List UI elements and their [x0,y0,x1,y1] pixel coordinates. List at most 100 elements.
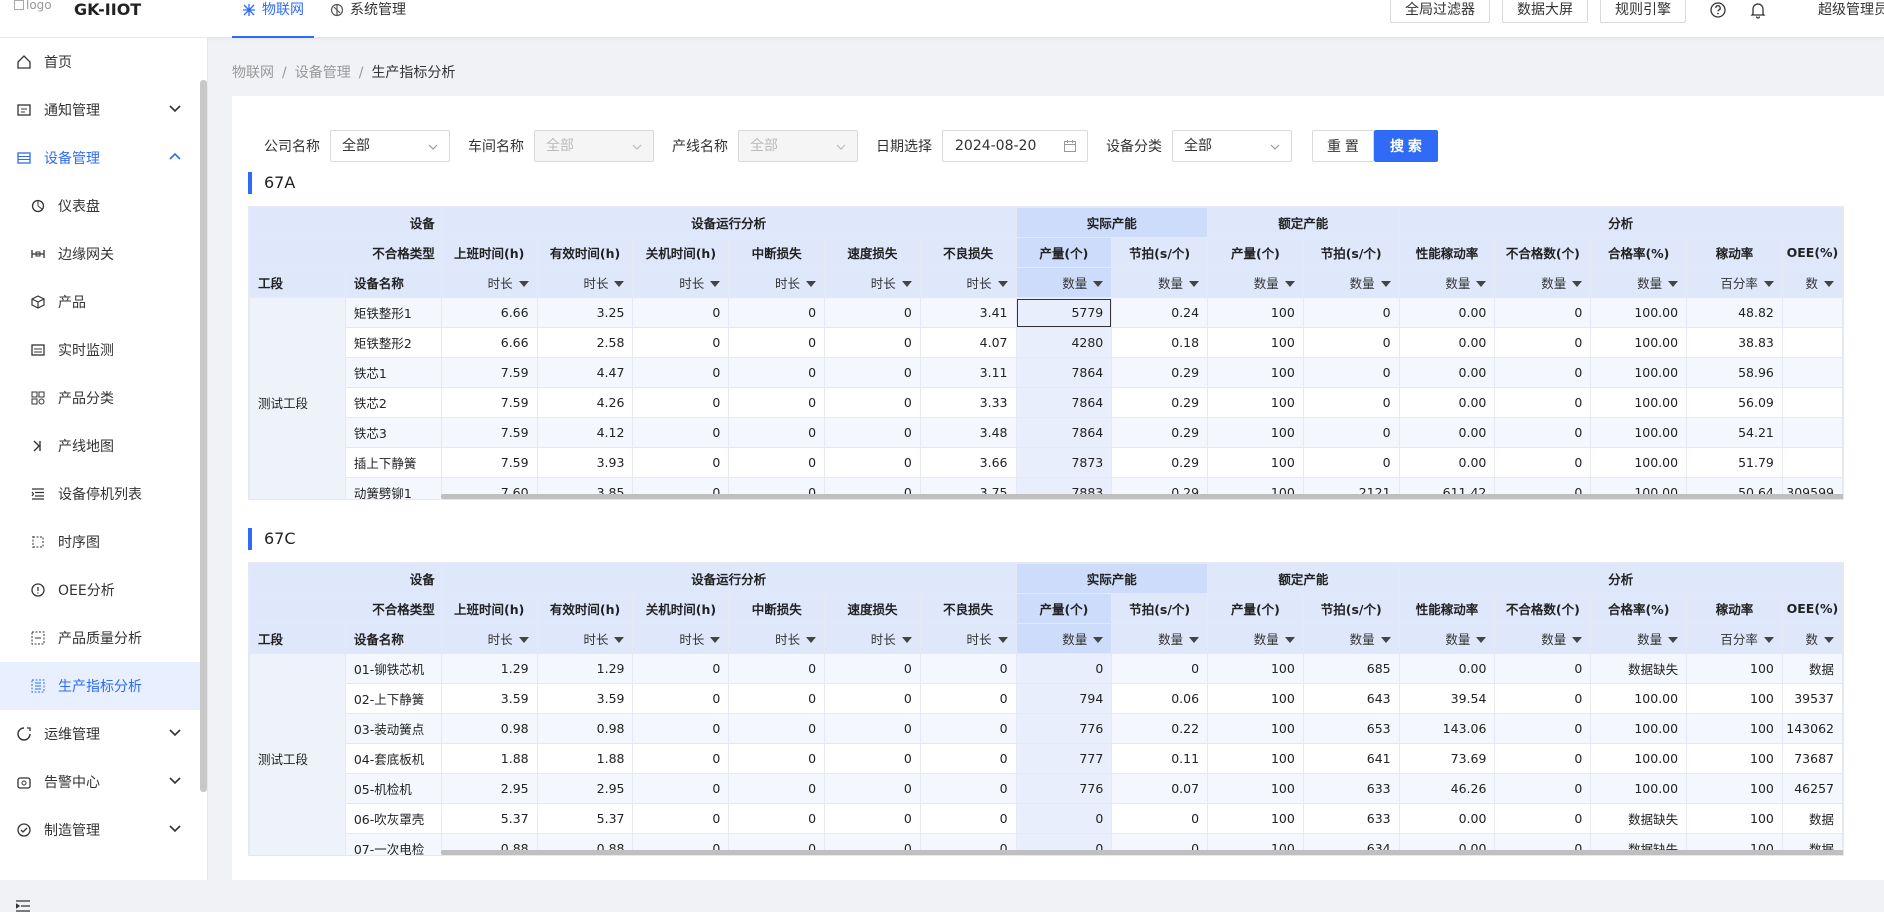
list-icon [30,486,46,502]
line-select[interactable]: 全部 [738,130,858,162]
table-row[interactable]: 测试工段 01-铆铁芯机 1.29 1.29 0 0 0 0 0 0 100 685 0.00 0 数据缺失… [249,653,1843,855]
sort-header[interactable]: 百分率 [1686,267,1783,298]
data-table[interactable]: 设备 设备运行分析 实际产能 额定产能 分析 不合格类型 上班时间(h) 有效时间(h) 关机时… [248,206,1844,500]
table-row[interactable]: 铁芯1 7.59 4.47 0 0 0 3.11 7864 0.29 100 0 0.00 0 100.0… [250,357,1843,388]
table-cell: 100 [1686,743,1783,774]
alarm-icon [16,774,32,790]
top-nav-tab[interactable]: 物联网 [232,0,314,38]
sort-header[interactable]: 时长 [824,623,921,654]
dashboard-icon [30,198,46,214]
sort-header[interactable]: 数量 [1111,623,1209,654]
table-row[interactable]: 04-套底板机 1.88 1.88 0 0 0 0 777 0.11 100 641 73.69 0 10… [250,743,1843,774]
table-row[interactable]: 06-吹灰罩壳 5.37 5.37 0 0 0 0 0 0 100 633 0.00 0 数据缺失 100 数… [250,803,1843,834]
sidebar-item[interactable]: 首页 [0,38,207,86]
sidebar-item[interactable]: 产线地图 [0,422,207,470]
sort-header[interactable]: 数量 [1398,267,1496,298]
sort-header[interactable]: 数量 [1111,267,1209,298]
sidebar-item[interactable]: 生产指标分析 [0,662,207,710]
search-button[interactable]: 搜 索 [1374,130,1438,162]
sort-header[interactable]: 数量 [1207,623,1304,654]
table-row[interactable]: 插上下静簧 7.59 3.93 0 0 0 3.66 7873 0.29 100 0 0.00 0 100… [250,447,1843,478]
sort-header[interactable]: 时长 [440,267,538,298]
sort-header[interactable]: 数量 [1590,623,1688,654]
collapse-menu-icon[interactable] [16,900,30,912]
sort-header[interactable]: 时长 [824,267,921,298]
horizontal-scrollbar[interactable] [441,494,1843,499]
table-cell: 0.00 [1398,387,1496,418]
sort-header[interactable]: 时长 [919,623,1017,654]
workshop-select[interactable]: 全部 [534,130,654,162]
sort-header[interactable]: 时长 [632,267,730,298]
sidebar-item[interactable]: 运维管理 [0,710,207,758]
top-nav-tab[interactable]: 系统管理 [320,0,416,38]
sort-header[interactable]: 时长 [728,623,826,654]
sort-down-icon [1572,281,1583,287]
manufacture-icon [16,822,32,838]
top-button[interactable]: 全局过滤器 [1390,0,1490,23]
monitor-icon [30,342,46,358]
sort-header[interactable]: 数量 [1398,623,1496,654]
sort-header[interactable]: 数 [1781,267,1843,298]
sort-header[interactable]: 数量 [1302,623,1400,654]
table-row[interactable]: 05-机检机 2.95 2.95 0 0 0 0 776 0.07 100 633 46.26 0 100… [250,773,1843,804]
sidebar-item[interactable]: 实时监测 [0,326,207,374]
table-row[interactable]: 矩铁整形2 6.66 2.58 0 0 0 4.07 4280 0.18 100 0 0.00 0 100… [250,327,1843,358]
breadcrumb-item[interactable]: 设备管理 [295,65,351,81]
data-table[interactable]: 设备 设备运行分析 实际产能 额定产能 分析 不合格类型 上班时间(h) 有效时间(h) 关机时… [248,562,1844,856]
column-header: 产量(个) [1015,237,1113,268]
sort-header[interactable]: 数量 [1590,267,1688,298]
sort-header[interactable]: 时长 [728,267,826,298]
sidebar-item[interactable]: 告警中心 [0,758,207,806]
sort-header[interactable]: 数量 [1207,267,1304,298]
sidebar-item[interactable]: 制造管理 [0,806,207,854]
user-name[interactable]: 超级管理员 [1818,0,1884,20]
table-row[interactable]: 铁芯3 7.59 4.12 0 0 0 3.48 7864 0.29 100 0 0.00 0 100.0… [250,417,1843,448]
table-row[interactable]: 03-装动簧点 0.98 0.98 0 0 0 0 776 0.22 100 653 143.06 0 1… [250,713,1843,744]
sidebar-item[interactable]: 通知管理 [0,86,207,134]
table-cell: 0 [1494,803,1592,834]
sort-header[interactable]: 时长 [440,623,538,654]
table-row[interactable]: 铁芯2 7.59 4.26 0 0 0 3.33 7864 0.29 100 0 0.00 0 100.0… [250,387,1843,418]
sort-header[interactable]: 时长 [919,267,1017,298]
table-cell: 7.59 [440,387,538,418]
sidebar-item[interactable]: 产品分类 [0,374,207,422]
help-icon[interactable] [1708,0,1728,20]
sort-header[interactable]: 数量 [1494,623,1592,654]
horizontal-scrollbar[interactable] [441,850,1843,855]
top-button[interactable]: 数据大屏 [1502,0,1588,23]
company-select[interactable]: 全部 [330,130,450,162]
sidebar-item[interactable]: OEE分析 [0,566,207,614]
sidebar-scrollbar[interactable] [200,80,207,792]
breadcrumb-item[interactable]: 物联网 [232,65,274,81]
table-cell: 2.95 [536,773,634,804]
sidebar-item[interactable]: 产品 [0,278,207,326]
sidebar-item[interactable]: 设备管理 [0,134,207,182]
bell-icon[interactable] [1748,0,1768,20]
column-header: 中断损失 [728,593,826,624]
table-cell: 643 [1302,683,1400,714]
sort-header[interactable]: 数量 [1302,267,1400,298]
table-row[interactable]: 02-上下静簧 3.59 3.59 0 0 0 0 794 0.06 100 643 39.54 0 10… [250,683,1843,714]
sort-header[interactable]: 数 [1781,623,1843,654]
sort-header[interactable]: 时长 [536,623,634,654]
reset-button[interactable]: 重 置 [1312,130,1374,162]
sort-header[interactable]: 数量 [1015,623,1113,654]
sort-header[interactable]: 时长 [632,623,730,654]
sidebar-item[interactable]: 产品质量分析 [0,614,207,662]
sidebar-item[interactable]: 仪表盘 [0,182,207,230]
category-select[interactable]: 全部 [1172,130,1292,162]
date-picker[interactable]: 2024-08-20 [942,130,1088,162]
sidebar-item[interactable]: 边缘网关 [0,230,207,278]
sort-header[interactable]: 数量 [1015,267,1113,298]
sidebar-item[interactable]: 时序图 [0,518,207,566]
sort-header[interactable]: 百分率 [1686,623,1783,654]
table-cell: 0 [1015,653,1113,684]
sidebar-item[interactable]: 设备停机列表 [0,470,207,518]
table-cell: 5779 [1015,297,1113,328]
table-row[interactable]: 测试工段 矩铁整形1 6.66 3.25 0 0 0 3.41 5779 0.24 100 0 0.00… [249,297,1843,499]
group-header: 分析 [1398,207,1843,238]
sort-header[interactable]: 时长 [536,267,634,298]
sidebar: 首页 通知管理 设备管理 仪表盘 边缘网关 产品 实时监测 产品分类 产线地图 设备停机列表 时序图… [0,38,208,912]
sort-header[interactable]: 数量 [1494,267,1592,298]
top-button[interactable]: 规则引擎 [1600,0,1686,23]
